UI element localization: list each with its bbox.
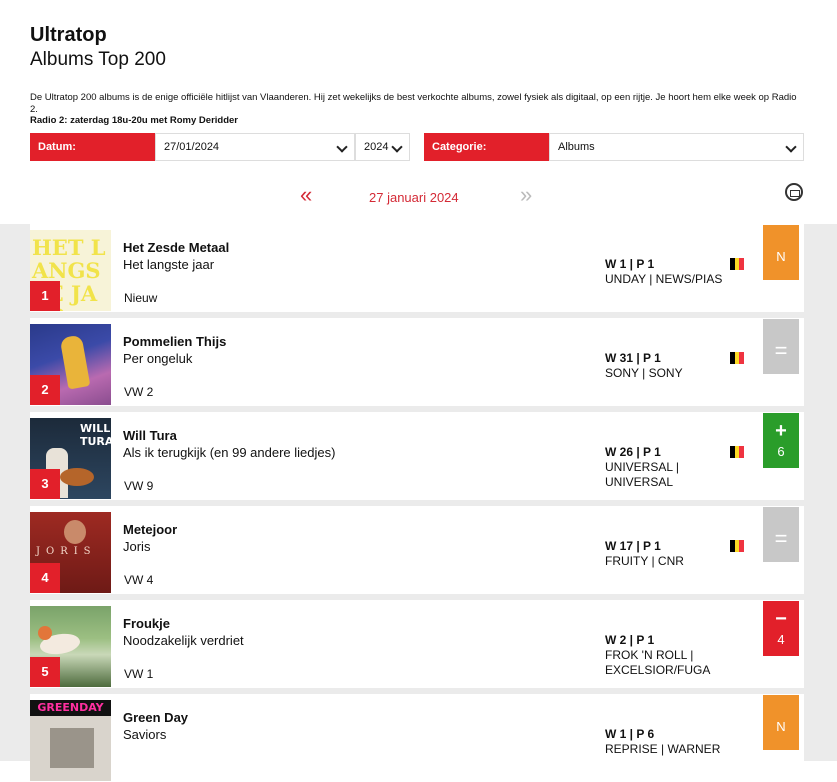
- album-title[interactable]: Als ik terugkijk (en 99 andere liedjes): [123, 445, 335, 460]
- trend-symbol: =: [774, 338, 788, 363]
- chart-entry[interactable]: WILL TURA 3 Will Tura Als ik terugkijk (…: [30, 412, 804, 500]
- record-label: FROK 'N ROLL | EXCELSIOR/FUGA: [605, 648, 711, 677]
- trend-symbol: =: [774, 526, 788, 551]
- cover-figure: [59, 334, 91, 390]
- record-label: SONY | SONY: [605, 366, 683, 380]
- trend-badge-same: =: [763, 319, 799, 374]
- rank-number: 4: [30, 563, 60, 593]
- radio-info: Radio 2: zaterdag 18u-20u met Romy Derid…: [30, 115, 238, 126]
- trend-delta: 4: [777, 632, 785, 647]
- record-label: UNIVERSAL | UNIVERSAL: [605, 460, 680, 489]
- chart-list: HET LANGSTE JAAR 1 Het Zesde Metaal Het …: [0, 224, 837, 782]
- artist-name[interactable]: Het Zesde Metaal: [123, 240, 229, 255]
- trend-badge-same: =: [763, 507, 799, 562]
- chart-entry[interactable]: GREENDAY Green Day Saviors W 1 | P 6 REP…: [30, 694, 804, 782]
- rank-number: 1: [30, 281, 60, 311]
- next-week-button[interactable]: »: [520, 182, 532, 208]
- trend-badge-new: N: [763, 225, 799, 280]
- previous-position: Nieuw: [124, 291, 158, 305]
- record-label: FRUITY | CNR: [605, 554, 684, 568]
- belgian-flag-icon: [730, 352, 745, 364]
- artist-name[interactable]: Will Tura: [123, 428, 177, 443]
- cover-face: [64, 520, 86, 544]
- chevron-down-icon: [785, 141, 797, 153]
- category-select-value: Albums: [558, 141, 595, 153]
- artist-name[interactable]: Green Day: [123, 710, 188, 725]
- filter-bar: Datum: 27/01/2024 2024 Categorie: Albums: [30, 133, 804, 161]
- trend-symbol: N: [776, 719, 786, 734]
- trend-badge-down: − 4: [763, 601, 799, 656]
- artist-name[interactable]: Froukje: [123, 616, 170, 631]
- weeks-peak: W 31 | P 1: [605, 351, 661, 365]
- album-title[interactable]: Noodzakelijk verdriet: [123, 633, 244, 648]
- print-icon[interactable]: [785, 183, 803, 201]
- category-select[interactable]: Albums: [549, 133, 804, 161]
- weeks-peak: W 26 | P 1: [605, 445, 661, 459]
- chart-entry[interactable]: HET LANGSTE JAAR 1 Het Zesde Metaal Het …: [30, 224, 804, 312]
- artist-name[interactable]: Pommelien Thijs: [123, 334, 226, 349]
- cover-text: WILL TURA: [80, 422, 111, 448]
- album-title[interactable]: Het langste jaar: [123, 257, 214, 272]
- record-label: UNDAY | NEWS/PIAS: [605, 272, 723, 286]
- weeks-peak: W 2 | P 1: [605, 633, 655, 647]
- year-select-value: 2024: [364, 141, 389, 153]
- description-text: De Ultratop 200 albums is de enige offic…: [30, 92, 797, 115]
- weeks-peak: W 1 | P 1: [605, 257, 655, 271]
- categorie-label: Categorie:: [424, 133, 549, 161]
- date-select-value: 27/01/2024: [164, 141, 220, 153]
- previous-position: VW 1: [124, 667, 154, 681]
- page-subtitle: Albums Top 200: [30, 49, 166, 70]
- trend-delta: 6: [777, 444, 785, 459]
- album-cover[interactable]: GREENDAY: [30, 700, 111, 781]
- record-label: REPRISE | WARNER: [605, 742, 721, 756]
- album-cover[interactable]: 2: [30, 324, 111, 405]
- chart-entry[interactable]: JORIS 4 Metejoor Joris VW 4 W 17 | P 1 F…: [30, 506, 804, 594]
- chevron-down-icon: [336, 141, 348, 153]
- artist-name[interactable]: Metejoor: [123, 522, 177, 537]
- chart-date: 27 januari 2024: [369, 190, 459, 205]
- chevron-down-icon: [391, 141, 403, 153]
- chart-entry[interactable]: 5 Froukje Noodzakelijk verdriet VW 1 W 2…: [30, 600, 804, 688]
- cover-text: GREENDAY: [30, 700, 111, 716]
- previous-position: VW 9: [124, 479, 154, 493]
- previous-position: VW 4: [124, 573, 154, 587]
- trend-symbol: −: [775, 608, 787, 630]
- album-cover[interactable]: 5: [30, 606, 111, 687]
- previous-position: VW 2: [124, 385, 154, 399]
- cover-hair: [38, 626, 52, 640]
- belgian-flag-icon: [730, 446, 745, 458]
- trend-badge-up: + 6: [763, 413, 799, 468]
- rank-number: 3: [30, 469, 60, 499]
- album-cover[interactable]: WILL TURA 3: [30, 418, 111, 499]
- album-title[interactable]: Per ongeluk: [123, 351, 192, 366]
- album-title[interactable]: Saviors: [123, 727, 166, 742]
- album-title[interactable]: Joris: [123, 539, 150, 554]
- belgian-flag-icon: [730, 258, 745, 270]
- rank-number: 2: [30, 375, 60, 405]
- date-select[interactable]: 27/01/2024: [155, 133, 355, 161]
- rank-number: 5: [30, 657, 60, 687]
- previous-week-button[interactable]: «: [300, 182, 312, 208]
- guitar-shape: [60, 468, 94, 486]
- cover-photo: [50, 728, 94, 768]
- trend-symbol: +: [775, 420, 787, 442]
- cover-text: JORIS: [36, 546, 97, 557]
- trend-symbol: N: [776, 249, 786, 264]
- belgian-flag-icon: [730, 540, 745, 552]
- chart-description: De Ultratop 200 albums is de enige offic…: [30, 92, 800, 127]
- album-cover[interactable]: HET LANGSTE JAAR 1: [30, 230, 111, 311]
- year-select[interactable]: 2024: [355, 133, 410, 161]
- chart-entry[interactable]: 2 Pommelien Thijs Per ongeluk VW 2 W 31 …: [30, 318, 804, 406]
- album-cover[interactable]: JORIS 4: [30, 512, 111, 593]
- page-title: Ultratop: [30, 24, 107, 46]
- datum-label: Datum:: [30, 133, 155, 161]
- weeks-peak: W 17 | P 1: [605, 539, 661, 553]
- weeks-peak: W 1 | P 6: [605, 727, 655, 741]
- trend-badge-new: N: [763, 695, 799, 750]
